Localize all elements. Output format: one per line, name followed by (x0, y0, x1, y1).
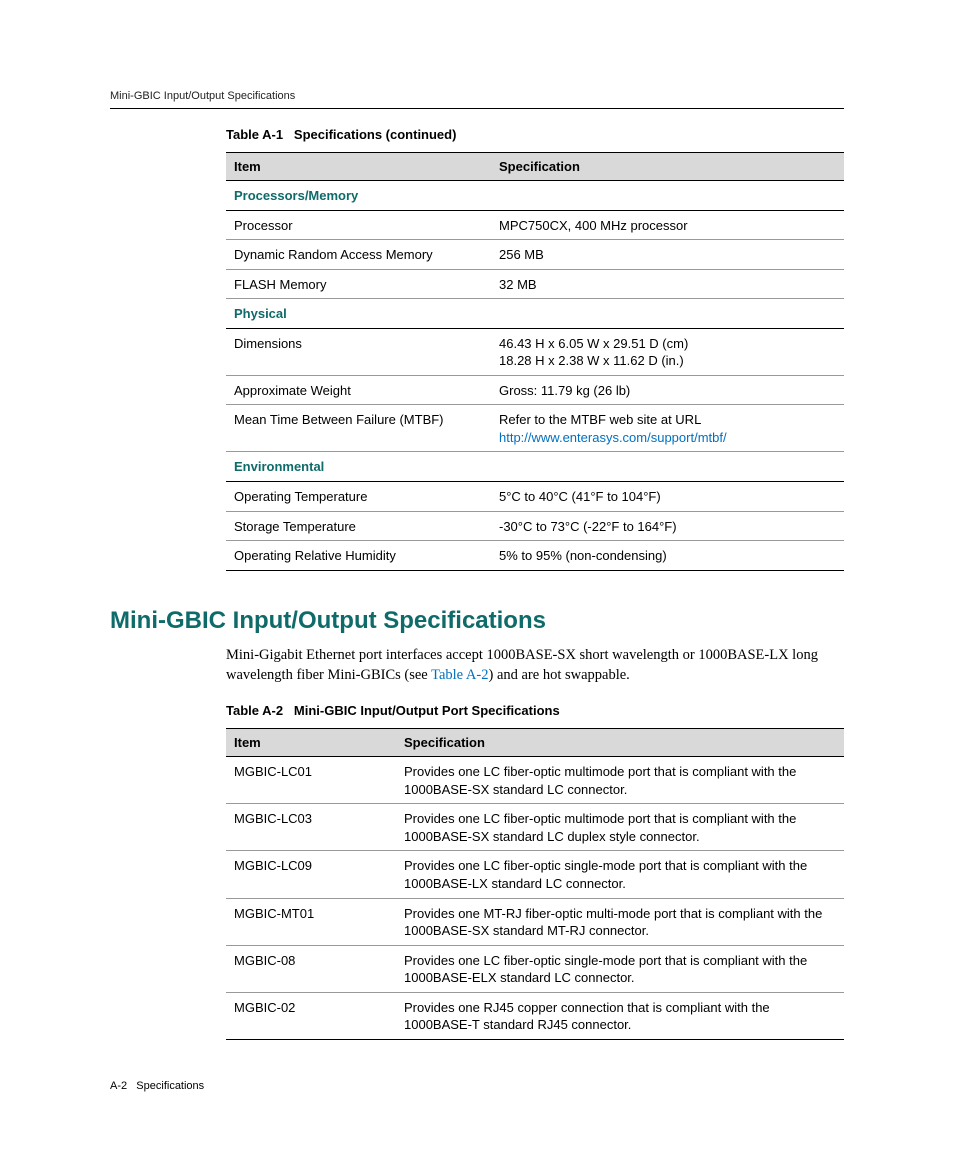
table-a1-section-header: Physical (226, 299, 844, 329)
table-a1-head-item: Item (226, 153, 491, 181)
table-a1-cell-spec: 5% to 95% (non-condensing) (491, 541, 844, 571)
table-a1-cell-item: Storage Temperature (226, 511, 491, 541)
table-a2-cell-spec: Provides one MT-RJ fiber-optic multi-mod… (396, 898, 844, 945)
table-a1-head-spec: Specification (491, 153, 844, 181)
table-a1-caption: Table A-1 Specifications (continued) (226, 127, 844, 142)
table-a1-cell-item: Approximate Weight (226, 375, 491, 405)
running-header: Mini-GBIC Input/Output Specifications (110, 90, 844, 102)
table-a2-cell-item: MGBIC-LC03 (226, 804, 396, 851)
page-footer: A-2 Specifications (110, 1080, 844, 1092)
table-a2-cell-item: MGBIC-MT01 (226, 898, 396, 945)
table-a2-cell-item: MGBIC-02 (226, 992, 396, 1039)
table-a1-cell-spec: 46.43 H x 6.05 W x 29.51 D (cm)18.28 H x… (491, 328, 844, 375)
table-a1-cell-item: Operating Temperature (226, 482, 491, 512)
table-a2-cell-item: MGBIC-08 (226, 945, 396, 992)
table-a1-cell-item: FLASH Memory (226, 269, 491, 299)
table-a2: Item Specification MGBIC-LC01Provides on… (226, 728, 844, 1040)
table-a1-cell-spec: 5°C to 40°C (41°F to 104°F) (491, 482, 844, 512)
table-a2-head-item: Item (226, 729, 396, 757)
table-a1: Item Specification Processors/MemoryProc… (226, 152, 844, 571)
table-a1-caption-text: Specifications (continued) (294, 127, 457, 142)
footer-page-number: A-2 (110, 1080, 127, 1092)
table-a2-caption-prefix: Table A-2 (226, 703, 283, 718)
table-a2-caption: Table A-2 Mini-GBIC Input/Output Port Sp… (226, 703, 844, 718)
table-a1-cell-spec: Gross: 11.79 kg (26 lb) (491, 375, 844, 405)
table-a2-cell-spec: Provides one LC fiber-optic single-mode … (396, 851, 844, 898)
table-a2-cell-spec: Provides one LC fiber-optic single-mode … (396, 945, 844, 992)
table-a1-cell-item: Dimensions (226, 328, 491, 375)
table-a1-cell-spec: 32 MB (491, 269, 844, 299)
section-body-post: ) and are hot swappable. (488, 667, 629, 683)
section-body: Mini-Gigabit Ethernet port interfaces ac… (226, 645, 844, 686)
table-a1-caption-prefix: Table A-1 (226, 127, 283, 142)
table-a1-cell-spec: Refer to the MTBF web site at URLhttp://… (491, 405, 844, 452)
table-a2-cell-item: MGBIC-LC09 (226, 851, 396, 898)
table-a2-caption-text: Mini-GBIC Input/Output Port Specificatio… (294, 703, 560, 718)
table-a2-cell-spec: Provides one LC fiber-optic multimode po… (396, 757, 844, 804)
table-a2-cell-item: MGBIC-LC01 (226, 757, 396, 804)
table-a2-head-spec: Specification (396, 729, 844, 757)
section-title: Mini-GBIC Input/Output Specifications (110, 607, 844, 635)
table-a1-cell-spec: -30°C to 73°C (-22°F to 164°F) (491, 511, 844, 541)
footer-label: Specifications (136, 1080, 204, 1092)
table-a1-section-header: Processors/Memory (226, 181, 844, 211)
table-a1-cell-item: Dynamic Random Access Memory (226, 240, 491, 270)
mtbf-link[interactable]: http://www.enterasys.com/support/mtbf/ (499, 430, 727, 445)
table-a1-cell-item: Operating Relative Humidity (226, 541, 491, 571)
table-a1-cell-spec: MPC750CX, 400 MHz processor (491, 210, 844, 240)
table-a1-cell-spec: 256 MB (491, 240, 844, 270)
table-a1-cell-item: Processor (226, 210, 491, 240)
table-a2-crossref-link[interactable]: Table A-2 (431, 667, 488, 683)
header-rule (110, 108, 844, 109)
table-a2-cell-spec: Provides one RJ45 copper connection that… (396, 992, 844, 1039)
table-a1-cell-item: Mean Time Between Failure (MTBF) (226, 405, 491, 452)
table-a1-section-header: Environmental (226, 452, 844, 482)
table-a2-cell-spec: Provides one LC fiber-optic multimode po… (396, 804, 844, 851)
